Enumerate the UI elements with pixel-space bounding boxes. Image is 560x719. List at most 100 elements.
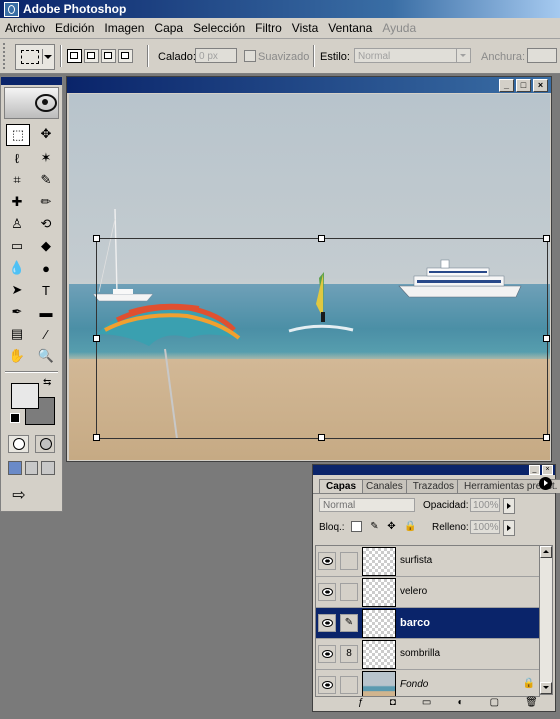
transform-handle[interactable] bbox=[93, 434, 100, 441]
fill-slider-button[interactable] bbox=[503, 520, 515, 536]
menu-ayuda[interactable]: Ayuda bbox=[377, 21, 421, 35]
lasso-tool-icon[interactable]: ℓ bbox=[6, 148, 28, 168]
marquee-tool-icon[interactable]: ⬚ bbox=[6, 124, 30, 146]
lock-pixels-icon[interactable]: ✎ bbox=[369, 521, 380, 532]
brush-tool-icon[interactable]: ✏ bbox=[35, 192, 57, 212]
transform-handle[interactable] bbox=[93, 335, 100, 342]
layer-row-velero[interactable]: velero bbox=[316, 577, 539, 608]
fill-input[interactable]: 100% bbox=[470, 520, 500, 534]
quick-mask-button[interactable] bbox=[34, 435, 55, 453]
feather-input[interactable]: 0 px bbox=[195, 48, 237, 63]
healing-brush-icon[interactable]: ✚ bbox=[6, 192, 28, 212]
foreground-color[interactable] bbox=[11, 383, 39, 409]
full-screen-icon[interactable] bbox=[41, 461, 56, 475]
pen-tool-icon[interactable]: ✒ bbox=[6, 302, 28, 322]
transform-handle[interactable] bbox=[93, 235, 100, 242]
opacity-slider-button[interactable] bbox=[503, 498, 515, 514]
menu-ventana[interactable]: Ventana bbox=[323, 21, 377, 35]
type-tool-icon[interactable]: T bbox=[35, 280, 57, 300]
slice-tool-icon[interactable]: ✎ bbox=[35, 170, 57, 190]
dodge-tool-icon[interactable]: ● bbox=[35, 258, 57, 278]
brush-icon[interactable]: ✎ bbox=[340, 614, 358, 632]
tab-canales[interactable]: Canales bbox=[359, 479, 410, 493]
default-colors-icon[interactable] bbox=[10, 413, 20, 423]
new-selection-icon[interactable] bbox=[67, 49, 82, 63]
transform-handle[interactable] bbox=[318, 434, 325, 441]
blend-mode-select[interactable]: Normal bbox=[319, 498, 415, 512]
clone-stamp-icon[interactable]: ♙ bbox=[6, 214, 28, 234]
notes-tool-icon[interactable]: ▤ bbox=[6, 324, 28, 344]
close-icon[interactable]: × bbox=[542, 465, 553, 475]
style-select[interactable]: Normal bbox=[354, 48, 471, 63]
layer-style-icon[interactable]: ƒ bbox=[358, 697, 364, 708]
tool-preset-picker[interactable] bbox=[15, 44, 55, 70]
tab-capas[interactable]: Capas bbox=[319, 479, 364, 493]
standard-screen-icon[interactable] bbox=[8, 461, 22, 475]
history-brush-icon[interactable]: ⟲ bbox=[35, 214, 57, 234]
menu-vista[interactable]: Vista bbox=[287, 21, 323, 35]
transform-handle[interactable] bbox=[543, 235, 550, 242]
layer-row-fondo[interactable]: Fondo 🔒 bbox=[316, 670, 539, 696]
width-input[interactable] bbox=[527, 48, 557, 63]
layer-row-barco[interactable]: ✎ barco bbox=[316, 608, 539, 639]
menu-seleccion[interactable]: Selección bbox=[188, 21, 250, 35]
scroll-up-icon[interactable] bbox=[540, 546, 552, 558]
move-tool-icon[interactable]: ✥ bbox=[35, 124, 57, 144]
link-slot[interactable] bbox=[340, 676, 358, 694]
jump-to-imageready-icon[interactable]: ⇨ bbox=[8, 485, 30, 505]
transform-handle[interactable] bbox=[318, 235, 325, 242]
new-set-icon[interactable]: ▭ bbox=[422, 697, 431, 708]
menu-filtro[interactable]: Filtro bbox=[250, 21, 287, 35]
transform-bounding-box[interactable] bbox=[96, 238, 548, 439]
visibility-eye-icon[interactable] bbox=[318, 552, 336, 570]
close-icon[interactable]: × bbox=[533, 79, 548, 92]
blur-tool-icon[interactable]: 💧 bbox=[6, 258, 28, 278]
minimize-icon[interactable]: _ bbox=[499, 79, 514, 92]
transform-handle[interactable] bbox=[543, 335, 550, 342]
subtract-selection-icon[interactable] bbox=[101, 49, 116, 63]
magic-wand-icon[interactable]: ✶ bbox=[35, 148, 57, 168]
crop-tool-icon[interactable]: ⌗ bbox=[6, 170, 28, 190]
adobe-online-button[interactable] bbox=[4, 87, 59, 119]
adjustment-layer-icon[interactable]: ◐ bbox=[457, 697, 463, 708]
layer-mask-icon[interactable]: ◘ bbox=[390, 697, 396, 708]
visibility-eye-icon[interactable] bbox=[318, 614, 336, 632]
minimize-icon[interactable]: _ bbox=[529, 465, 540, 475]
rectangle-tool-icon[interactable]: ▬ bbox=[35, 302, 57, 322]
palette-title-bar[interactable]: _ × bbox=[313, 465, 555, 475]
new-layer-icon[interactable]: ▢ bbox=[490, 697, 499, 708]
path-select-icon[interactable]: ➤ bbox=[6, 280, 28, 300]
transform-handle[interactable] bbox=[543, 434, 550, 441]
image-canvas[interactable] bbox=[69, 94, 550, 460]
lock-transparency-icon[interactable] bbox=[351, 521, 362, 532]
menu-imagen[interactable]: Imagen bbox=[99, 21, 149, 35]
menu-archivo[interactable]: Archivo bbox=[0, 21, 50, 35]
visibility-eye-icon[interactable] bbox=[318, 676, 336, 694]
paint-bucket-icon[interactable]: ◆ bbox=[35, 236, 57, 256]
tab-trazados[interactable]: Trazados bbox=[405, 479, 462, 493]
toolbox-title-bar[interactable] bbox=[1, 77, 62, 85]
options-grip[interactable] bbox=[3, 43, 11, 69]
visibility-eye-icon[interactable] bbox=[318, 583, 336, 601]
full-screen-menu-icon[interactable] bbox=[24, 461, 39, 475]
standard-mode-button[interactable] bbox=[8, 435, 29, 453]
lock-position-icon[interactable]: ✥ bbox=[386, 521, 397, 532]
eraser-tool-icon[interactable]: ▭ bbox=[6, 236, 28, 256]
menu-edicion[interactable]: Edición bbox=[50, 21, 99, 35]
link-slot[interactable] bbox=[340, 583, 358, 601]
layer-row-sombrilla[interactable]: 8 sombrilla bbox=[316, 639, 539, 670]
menu-capa[interactable]: Capa bbox=[149, 21, 188, 35]
add-selection-icon[interactable] bbox=[84, 49, 99, 63]
swap-colors-icon[interactable]: ⇆ bbox=[43, 377, 51, 388]
delete-layer-icon[interactable]: 🗑 bbox=[525, 697, 538, 708]
link-slot[interactable] bbox=[340, 552, 358, 570]
hand-tool-icon[interactable]: ✋ bbox=[6, 346, 28, 366]
eyedropper-icon[interactable]: ⁄ bbox=[35, 324, 57, 344]
layers-scrollbar[interactable] bbox=[539, 545, 553, 695]
visibility-eye-icon[interactable] bbox=[318, 645, 336, 663]
document-title-bar[interactable]: _ □ × bbox=[67, 77, 551, 93]
layer-row-surfista[interactable]: surfista bbox=[316, 546, 539, 577]
palette-menu-icon[interactable] bbox=[539, 477, 552, 490]
scroll-down-icon[interactable] bbox=[540, 682, 552, 694]
lock-all-icon[interactable]: 🔒 bbox=[404, 521, 416, 532]
